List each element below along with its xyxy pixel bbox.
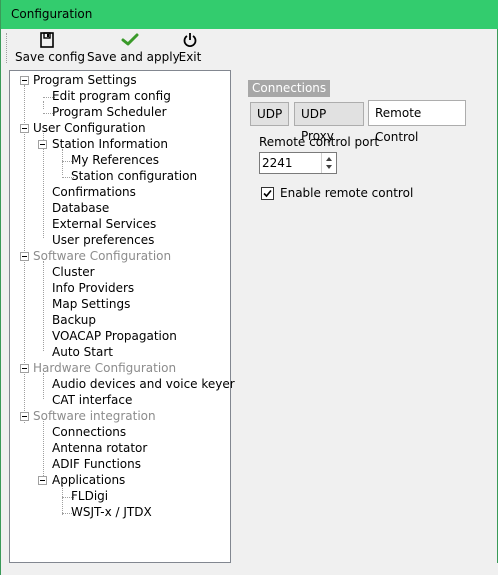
- tree-line: [43, 373, 44, 399]
- tree-station-information[interactable]: Station Information: [52, 136, 168, 152]
- collapse-icon[interactable]: [20, 364, 29, 373]
- title-bar: Configuration: [1, 0, 498, 29]
- checkmark-icon: [87, 32, 173, 50]
- tree-audio-devices[interactable]: Audio devices and voice keyer: [52, 376, 235, 392]
- window-title: Configuration: [11, 7, 93, 21]
- group-label: Connections: [248, 80, 331, 97]
- check-icon: [263, 189, 272, 198]
- exit-button[interactable]: Exit: [177, 31, 203, 65]
- spin-up-icon[interactable]: [326, 157, 332, 161]
- tree-connections[interactable]: Connections: [52, 424, 126, 440]
- tree-user-preferences[interactable]: User preferences: [52, 232, 154, 248]
- tree-cat-interface[interactable]: CAT interface: [52, 392, 132, 408]
- tab-remote-control[interactable]: Remote Control: [368, 100, 466, 144]
- enable-remote-checkbox[interactable]: [261, 187, 274, 200]
- tree-software-configuration[interactable]: Software Configuration: [33, 248, 171, 264]
- collapse-icon[interactable]: [38, 476, 47, 485]
- spin-buttons[interactable]: [321, 153, 336, 173]
- toolbar: Save config Save and apply Exit: [1, 29, 497, 67]
- remote-port-label: Remote control port: [259, 135, 380, 149]
- settings-tree[interactable]: Program Settings Edit program config Pro…: [9, 70, 235, 563]
- toolbar-grip: [6, 33, 9, 63]
- floppy-disk-icon: [15, 32, 79, 50]
- save-config-label: Save config: [15, 50, 85, 64]
- tree-auto-start[interactable]: Auto Start: [52, 344, 113, 360]
- collapse-icon[interactable]: [20, 412, 29, 421]
- tree-line: [43, 261, 44, 351]
- tree-database[interactable]: Database: [52, 200, 109, 216]
- tree-station-configuration[interactable]: Station configuration: [71, 168, 197, 184]
- collapse-icon[interactable]: [20, 252, 29, 261]
- power-icon: [177, 32, 203, 50]
- collapse-icon[interactable]: [20, 76, 29, 85]
- save-config-button[interactable]: Save config: [15, 31, 85, 65]
- tree-line: [62, 485, 63, 515]
- tree-cluster[interactable]: Cluster: [52, 264, 95, 280]
- enable-remote-label: Enable remote control: [280, 186, 414, 200]
- tree-program-scheduler[interactable]: Program Scheduler: [52, 104, 167, 120]
- tree-external-services[interactable]: External Services: [52, 216, 156, 232]
- tab-udp[interactable]: UDP: [250, 102, 289, 126]
- tree-adif-functions[interactable]: ADIF Functions: [52, 456, 141, 472]
- tab-udp-proxy[interactable]: UDP Proxy: [294, 102, 364, 143]
- tree-info-providers[interactable]: Info Providers: [52, 280, 134, 296]
- connections-panel: Connections UDP UDP Proxy Remote Control…: [241, 70, 496, 563]
- tree-line: [43, 101, 44, 109]
- status-strip: [1, 563, 498, 575]
- exit-label: Exit: [178, 50, 202, 64]
- collapse-icon[interactable]: [20, 124, 29, 133]
- remote-port-spinbox[interactable]: 2241: [259, 152, 337, 174]
- tree-line: [62, 149, 63, 175]
- tree-voacap-propagation[interactable]: VOACAP Propagation: [52, 328, 177, 344]
- configuration-window: Configuration Save config Save and apply: [0, 0, 498, 575]
- tree-line: [43, 421, 44, 484]
- tree-confirmations[interactable]: Confirmations: [52, 184, 136, 200]
- tree-software-integration[interactable]: Software integration: [33, 408, 156, 424]
- tree-wsjt-jtdx[interactable]: WSJT-x / JTDX: [71, 504, 152, 520]
- tree-user-configuration[interactable]: User Configuration: [33, 120, 146, 136]
- tree-my-references[interactable]: My References: [71, 152, 159, 168]
- tree-fldigi[interactable]: FLDigi: [71, 488, 108, 504]
- tree-edit-program-config[interactable]: Edit program config: [52, 88, 171, 104]
- tree-hardware-configuration[interactable]: Hardware Configuration: [33, 360, 176, 376]
- tree-backup[interactable]: Backup: [52, 312, 96, 328]
- save-and-apply-button[interactable]: Save and apply: [87, 31, 180, 65]
- tree-program-settings[interactable]: Program Settings: [33, 72, 137, 88]
- tree-applications[interactable]: Applications: [52, 472, 125, 488]
- tree-antenna-rotator[interactable]: Antenna rotator: [52, 440, 147, 456]
- save-and-apply-label: Save and apply: [87, 50, 180, 64]
- collapse-icon[interactable]: [38, 140, 47, 149]
- spin-down-icon[interactable]: [326, 165, 332, 169]
- tree-map-settings[interactable]: Map Settings: [52, 296, 130, 312]
- remote-port-value[interactable]: 2241: [262, 156, 293, 170]
